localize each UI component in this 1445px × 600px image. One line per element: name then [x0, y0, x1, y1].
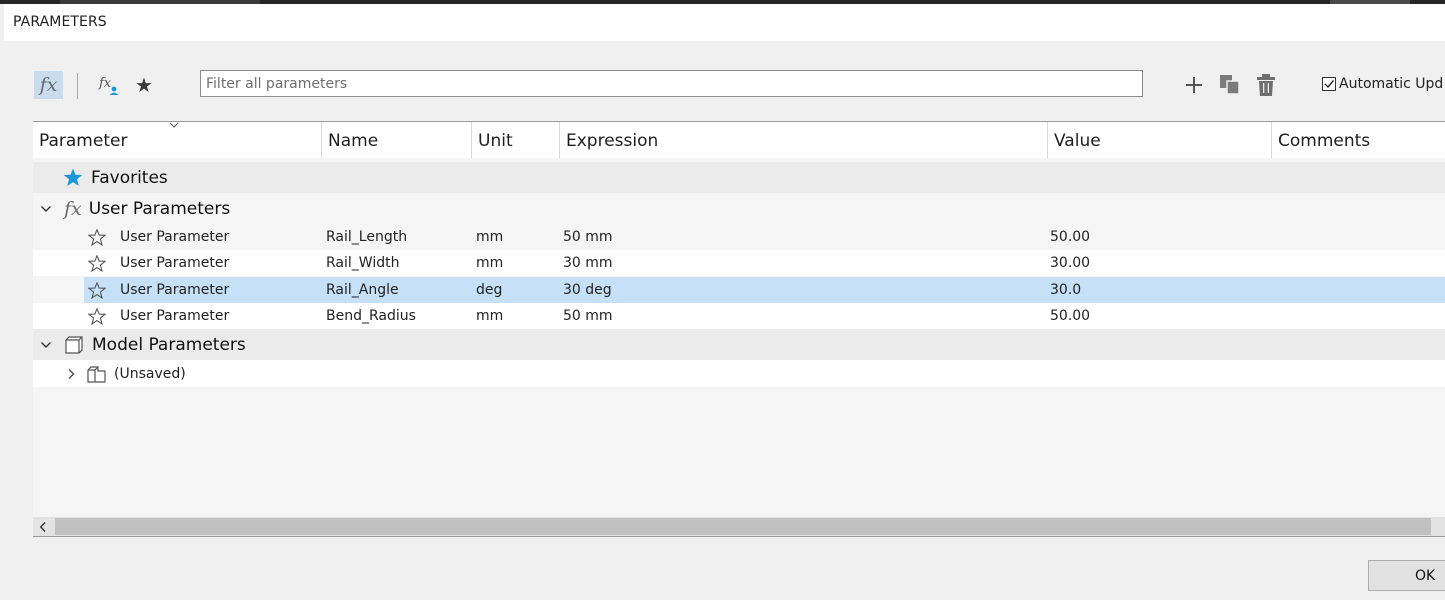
parameters-table: Parameter Name Unit Expression Value Com… — [33, 121, 1445, 537]
table-row-selected[interactable]: User Parameter Rail_Angle deg 30 deg 30.… — [33, 277, 1445, 303]
unsaved-cell: (Unsaved) — [66, 360, 186, 387]
name-cell[interactable]: Rail_Width — [326, 250, 399, 276]
scroll-left-button[interactable] — [33, 517, 53, 536]
model-parameters-cell: Model Parameters — [40, 329, 246, 360]
scrollbar-thumb[interactable] — [55, 518, 1431, 535]
horizontal-scrollbar[interactable] — [33, 517, 1445, 536]
parameter-cell: User Parameter — [88, 224, 229, 250]
title-bar[interactable]: PARAMETERS — [4, 4, 1445, 41]
group-label: Model Parameters — [92, 334, 246, 355]
table-row[interactable]: User Parameter Rail_Length mm 50 mm 50.0… — [33, 224, 1445, 250]
selection-highlight — [84, 277, 1445, 303]
copy-icon — [1220, 75, 1240, 95]
cube-icon — [65, 335, 83, 354]
expression-cell[interactable]: 30 deg — [563, 277, 612, 303]
user-fx-icon: fx — [98, 76, 119, 95]
column-header-label: Parameter — [39, 131, 128, 151]
svg-text:fx: fx — [98, 76, 112, 91]
parameter-cell: User Parameter — [88, 250, 229, 276]
unit-cell[interactable]: mm — [476, 224, 503, 250]
group-row-user-parameters[interactable]: fx User Parameters — [33, 193, 1445, 224]
table-row[interactable]: User Parameter Bend_Radius mm 50 mm 50.0… — [33, 303, 1445, 329]
table-header: Parameter Name Unit Expression Value Com… — [33, 122, 1445, 158]
all-parameters-button[interactable]: fx — [34, 71, 63, 99]
value-cell: 30.00 — [1050, 255, 1091, 271]
trash-icon — [1257, 74, 1275, 96]
column-header-label: Value — [1054, 131, 1101, 151]
unit-cell[interactable]: deg — [476, 277, 502, 303]
plus-icon — [1186, 77, 1202, 93]
star-icon: ★ — [135, 73, 153, 97]
unit-cell[interactable]: mm — [476, 303, 503, 329]
chevron-down-icon[interactable] — [40, 340, 52, 350]
value-cell: 50.00 — [1050, 308, 1091, 324]
add-parameter-button[interactable] — [1180, 71, 1208, 99]
parameter-cell: User Parameter — [88, 277, 229, 303]
expression-cell[interactable]: 50 mm — [563, 224, 613, 250]
group-row-model-parameters[interactable]: Model Parameters — [33, 329, 1445, 360]
column-header-name[interactable]: Name — [321, 122, 471, 158]
expression-cell[interactable]: 50 mm — [563, 303, 613, 329]
copy-parameter-button[interactable] — [1216, 71, 1244, 99]
column-header-parameter[interactable]: Parameter — [33, 122, 321, 158]
star-outline-icon[interactable] — [88, 228, 106, 246]
name-cell[interactable]: Rail_Angle — [326, 277, 399, 303]
parameter-type: User Parameter — [120, 308, 230, 324]
automatic-update-checkbox[interactable] — [1322, 77, 1336, 91]
expression-cell[interactable]: 30 mm — [563, 250, 613, 276]
column-header-label: Name — [328, 131, 379, 151]
sort-caret-icon — [169, 122, 179, 128]
user-parameters-button[interactable]: fx — [94, 71, 124, 99]
automatic-update-toggle[interactable]: Automatic Upd — [1322, 76, 1443, 92]
column-header-label: Expression — [566, 131, 659, 151]
column-header-expression[interactable]: Expression — [559, 122, 1047, 158]
automatic-update-label: Automatic Upd — [1339, 76, 1444, 92]
filter-input[interactable] — [200, 70, 1143, 97]
group-label: Favorites — [91, 167, 168, 188]
chevron-down-icon[interactable] — [40, 204, 52, 214]
column-header-unit[interactable]: Unit — [471, 122, 559, 158]
toolbar-separator — [77, 73, 78, 99]
favorites-button[interactable]: ★ — [130, 71, 158, 99]
favorites-cell: Favorites — [63, 162, 168, 193]
delete-parameter-button[interactable] — [1252, 71, 1280, 99]
column-header-label: Comments — [1278, 131, 1371, 151]
dialog-title: PARAMETERS — [13, 14, 107, 30]
star-outline-icon[interactable] — [88, 281, 106, 299]
parameter-cell: User Parameter — [88, 303, 229, 329]
parameter-type: User Parameter — [120, 255, 230, 271]
name-cell[interactable]: Rail_Length — [326, 224, 407, 250]
name-cell[interactable]: Bend_Radius — [326, 303, 416, 329]
value-cell: 30.0 — [1050, 282, 1082, 298]
tree-item-unsaved[interactable]: (Unsaved) — [33, 360, 1445, 387]
unit-cell[interactable]: mm — [476, 250, 503, 276]
column-header-value[interactable]: Value — [1047, 122, 1271, 158]
parameter-type: User Parameter — [120, 229, 230, 245]
group-row-favorites[interactable]: Favorites — [33, 162, 1445, 193]
fx-icon: fx — [64, 197, 82, 220]
chevron-right-icon[interactable] — [66, 368, 76, 380]
star-icon — [63, 168, 83, 186]
column-header-comments[interactable]: Comments — [1271, 122, 1445, 158]
table-row[interactable]: User Parameter Rail_Width mm 30 mm 30.00 — [33, 250, 1445, 276]
tree-item-label: (Unsaved) — [114, 365, 186, 382]
check-icon — [1324, 80, 1335, 89]
star-outline-icon[interactable] — [88, 254, 106, 272]
table-bottom-border — [33, 536, 1445, 537]
component-icon — [87, 365, 106, 383]
user-parameters-cell: fx User Parameters — [40, 193, 230, 224]
star-outline-icon[interactable] — [88, 307, 106, 325]
fx-icon: fx — [39, 74, 58, 96]
column-header-label: Unit — [478, 131, 513, 151]
chevron-left-icon — [39, 521, 46, 532]
parameter-type: User Parameter — [120, 282, 230, 298]
ok-button[interactable]: OK — [1368, 560, 1445, 591]
parameters-dialog: PARAMETERS fx fx ★ Filter all parameters… — [4, 4, 1445, 600]
value-cell: 50.00 — [1050, 229, 1091, 245]
group-label: User Parameters — [88, 198, 231, 219]
